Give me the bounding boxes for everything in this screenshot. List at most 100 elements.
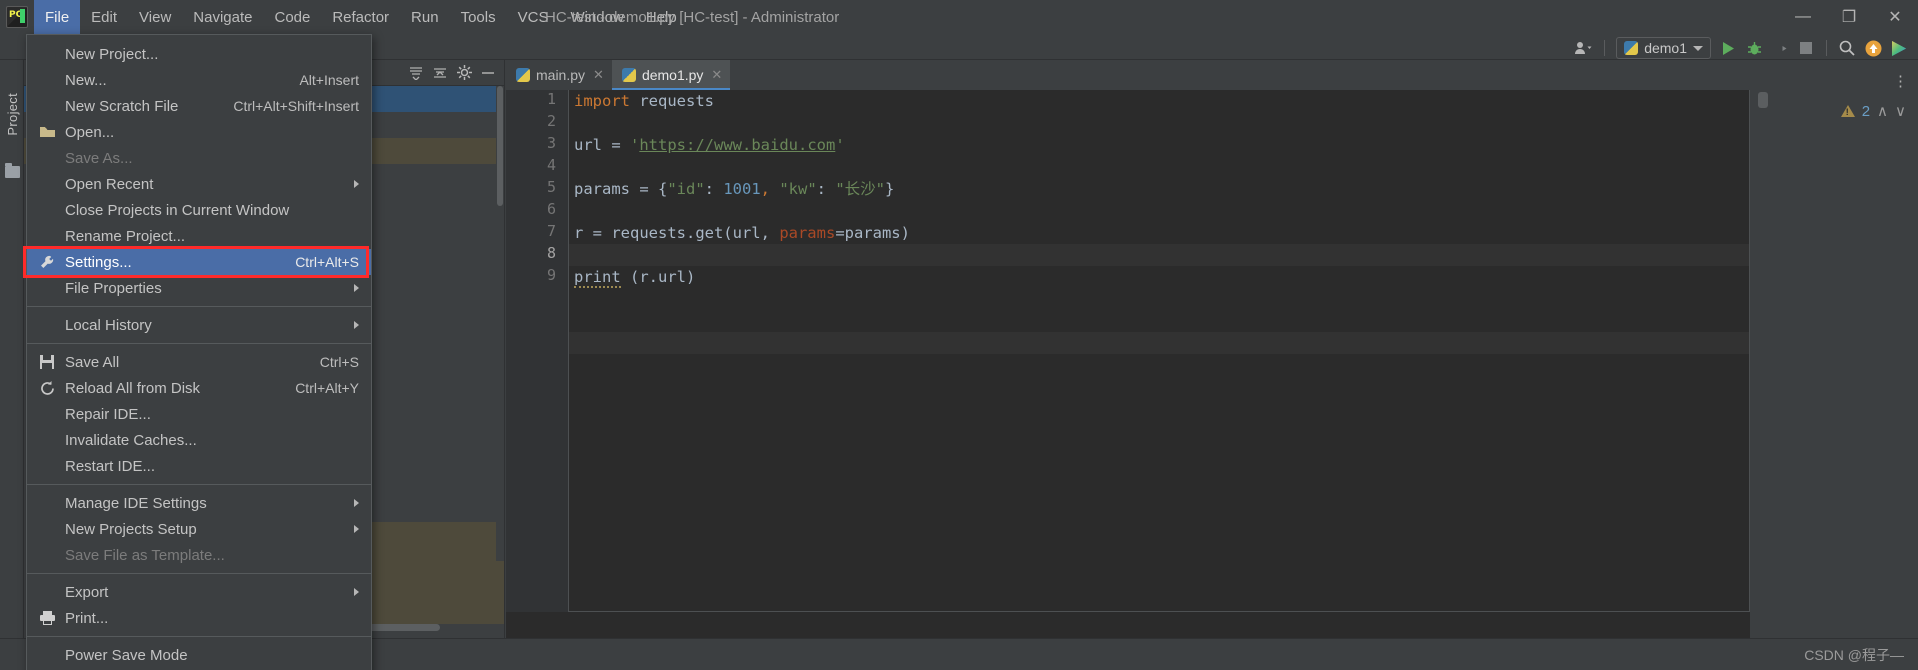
menu-item-repair-ide[interactable]: Repair IDE... xyxy=(27,401,371,427)
file-menu-popup[interactable]: New Project... New... Alt+Insert New Scr… xyxy=(23,34,372,670)
code-line-3: url = 'https://www.baidu.com' xyxy=(574,134,845,156)
code-url-literal[interactable]: https://www.baidu.com xyxy=(639,136,835,154)
close-icon[interactable]: ✕ xyxy=(711,67,722,83)
menu-edit[interactable]: Edit xyxy=(80,0,128,34)
menu-tools-label: Tools xyxy=(460,8,496,26)
menu-refactor-label: Refactor xyxy=(332,8,390,26)
gear-icon[interactable] xyxy=(453,63,475,83)
code-number-1001: 1001 xyxy=(723,180,761,198)
project-vertical-scrollbar[interactable] xyxy=(496,86,504,561)
chevron-right-icon xyxy=(354,321,359,329)
menu-file[interactable]: File xyxy=(34,0,81,34)
menu-item-new-project[interactable]: New Project... xyxy=(27,41,371,67)
code-module-requests: requests xyxy=(630,92,714,110)
editor-vertical-scrollbar[interactable] xyxy=(1758,92,1768,108)
menu-navigate[interactable]: Navigate xyxy=(182,0,263,34)
folder-icon xyxy=(5,163,20,178)
editor-tab-main[interactable]: main.py ✕ xyxy=(506,60,612,90)
update-project-icon[interactable] xyxy=(1860,36,1886,60)
menu-item-label: Open Recent xyxy=(65,175,154,193)
menu-item-new[interactable]: New... Alt+Insert xyxy=(27,67,371,93)
pycharm-logo-icon xyxy=(6,6,28,28)
stop-icon[interactable] xyxy=(1793,36,1819,60)
menu-item-settings[interactable]: Settings... Ctrl+Alt+S xyxy=(27,249,371,275)
menu-item-save-all[interactable]: Save All Ctrl+S xyxy=(27,349,371,375)
menu-item-shortcut: Alt+Insert xyxy=(299,72,359,88)
menu-item-invalidate-caches[interactable]: Invalidate Caches... xyxy=(27,427,371,453)
menu-item-close-projects[interactable]: Close Projects in Current Window xyxy=(27,197,371,223)
line-number: 5 xyxy=(546,178,556,196)
menu-item-local-history[interactable]: Local History xyxy=(27,312,371,338)
menu-item-label: Manage IDE Settings xyxy=(65,494,207,512)
user-accounts-icon[interactable] xyxy=(1571,36,1597,60)
code-quote-close: ' xyxy=(835,136,845,154)
menu-item-label: Export xyxy=(65,583,109,601)
menu-item-label: Power Save Mode xyxy=(65,646,188,664)
editor-tab-bar: main.py ✕ demo1.py ✕ ⋮ xyxy=(506,60,1918,90)
menu-item-reload-all-from-disk[interactable]: Reload All from Disk Ctrl+Alt+Y xyxy=(27,375,371,401)
menu-item-rename-project[interactable]: Rename Project... xyxy=(27,223,371,249)
sidebar-item-project[interactable]: Project xyxy=(0,68,24,160)
menu-item-open-recent[interactable]: Open Recent xyxy=(27,171,371,197)
menu-item-label: Print... xyxy=(65,609,109,627)
menu-item-label: Settings... xyxy=(65,253,132,271)
menu-tools[interactable]: Tools xyxy=(450,0,507,34)
maximize-icon: ❐ xyxy=(1841,9,1857,26)
python-config-icon xyxy=(1624,41,1639,55)
code-line-5: params = {"id": 1001, "kw": "长沙"} xyxy=(574,178,894,200)
code-content[interactable]: import requests url = 'https://www.baidu… xyxy=(574,90,1754,612)
menu-separator xyxy=(27,636,371,637)
inspection-widget[interactable]: 2 ∧ ∨ xyxy=(1840,100,1906,122)
run-coverage-icon[interactable] xyxy=(1767,36,1793,60)
editor-tab-demo1[interactable]: demo1.py ✕ xyxy=(611,60,731,90)
menu-item-export[interactable]: Export xyxy=(27,579,371,605)
menu-edit-label: Edit xyxy=(91,8,118,26)
run-icon[interactable] xyxy=(1715,36,1741,60)
line-number: 6 xyxy=(546,200,556,218)
toolbar-separator xyxy=(1604,40,1606,56)
menu-item-power-save-mode[interactable]: Power Save Mode xyxy=(27,642,371,668)
minimize-button[interactable]: — xyxy=(1780,0,1826,34)
menu-item-new-projects-setup[interactable]: New Projects Setup xyxy=(27,516,371,542)
ide-feature-icon[interactable] xyxy=(1886,36,1912,60)
project-horizontal-scrollbar[interactable] xyxy=(364,624,440,631)
minimize-icon: — xyxy=(1795,8,1811,25)
menu-item-file-properties[interactable]: File Properties xyxy=(27,275,371,301)
menu-refactor[interactable]: Refactor xyxy=(321,0,400,34)
menu-item-print[interactable]: Print... xyxy=(27,605,371,631)
collapse-all-icon[interactable] xyxy=(429,63,451,83)
maximize-button[interactable]: ❐ xyxy=(1826,0,1872,34)
menu-item-label: Invalidate Caches... xyxy=(65,431,197,449)
menu-item-manage-ide-settings[interactable]: Manage IDE Settings xyxy=(27,490,371,516)
code-editor[interactable]: 1 2 3 4 5 6 7 8 9 import requests url = … xyxy=(506,90,1918,638)
menu-item-label: Repair IDE... xyxy=(65,405,151,423)
code-print-arg: (r.url) xyxy=(620,268,696,286)
menu-item-label: Save As... xyxy=(65,149,133,167)
hide-panel-icon[interactable] xyxy=(477,63,499,83)
menu-code[interactable]: Code xyxy=(263,0,321,34)
menu-separator xyxy=(27,306,371,307)
editor-gutter[interactable]: 1 2 3 4 5 6 7 8 9 xyxy=(506,90,568,612)
menu-run[interactable]: Run xyxy=(400,0,450,34)
close-button[interactable]: ✕ xyxy=(1872,0,1918,34)
previous-problem-icon[interactable]: ∧ xyxy=(1877,102,1888,120)
menu-item-open[interactable]: Open... xyxy=(27,119,371,145)
menu-item-restart-ide[interactable]: Restart IDE... xyxy=(27,453,371,479)
editor-options-icon[interactable]: ⋮ xyxy=(1893,72,1918,90)
menu-item-label: File Properties xyxy=(65,279,162,297)
next-problem-icon[interactable]: ∨ xyxy=(1895,102,1906,120)
code-requests-get: r = requests.get(url, xyxy=(574,224,780,242)
search-icon[interactable] xyxy=(1834,36,1860,60)
window-title: HC-test - demo1.py [HC-test] - Administr… xyxy=(545,8,840,26)
menu-item-shortcut: Ctrl+Alt+S xyxy=(295,254,359,270)
close-icon[interactable]: ✕ xyxy=(593,67,604,83)
expand-all-icon[interactable] xyxy=(405,63,427,83)
run-configuration-selector[interactable]: demo1 xyxy=(1616,37,1711,59)
debug-icon[interactable] xyxy=(1741,36,1767,60)
python-file-icon xyxy=(621,68,636,82)
line-number: 8 xyxy=(546,244,556,262)
menu-view[interactable]: View xyxy=(128,0,182,34)
warning-icon xyxy=(1840,105,1855,117)
menu-item-new-scratch-file[interactable]: New Scratch File Ctrl+Alt+Shift+Insert xyxy=(27,93,371,119)
menu-item-label: New Projects Setup xyxy=(65,520,197,538)
